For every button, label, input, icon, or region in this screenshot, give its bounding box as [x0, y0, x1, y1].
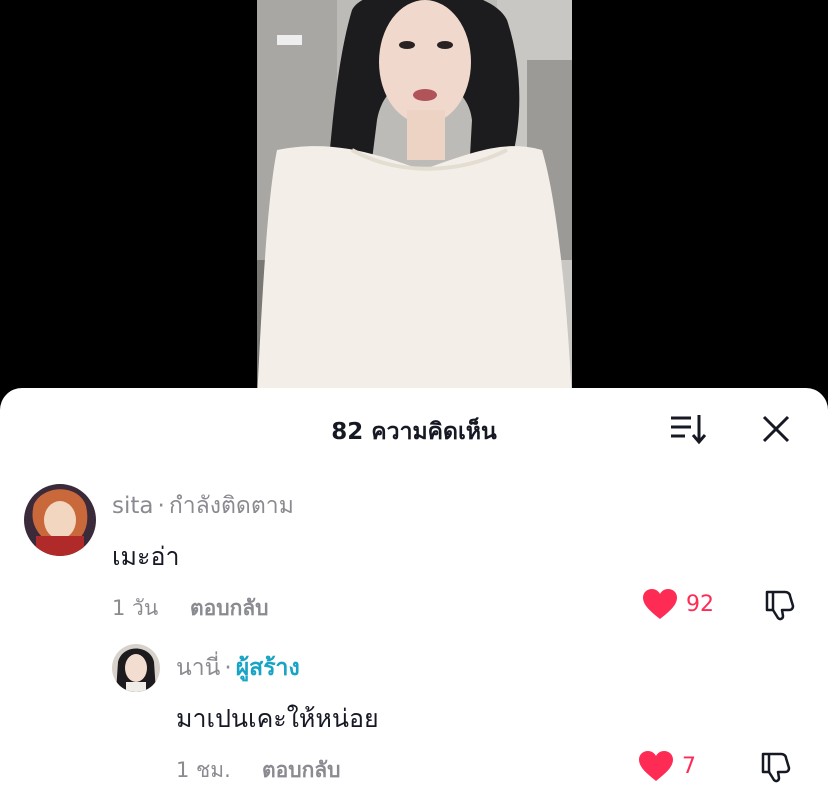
video-frame — [257, 0, 572, 400]
like-button[interactable]: 92 — [642, 588, 714, 620]
video-player[interactable] — [0, 0, 828, 400]
video-still-image — [257, 0, 572, 400]
following-badge: กำลังติดตาม — [168, 493, 294, 519]
close-button[interactable] — [752, 408, 800, 450]
avatar-image — [24, 484, 96, 556]
sort-button[interactable] — [664, 410, 712, 448]
comment-username[interactable]: นานี่ · ผู้สร้าง — [176, 650, 300, 686]
sort-icon — [671, 415, 707, 445]
close-icon — [762, 415, 790, 443]
like-count: 7 — [682, 753, 696, 779]
comment-time: 1 วัน — [112, 596, 159, 620]
heart-icon — [639, 751, 673, 781]
heart-icon — [643, 589, 677, 619]
reply-button[interactable]: ตอบกลับ — [262, 754, 341, 787]
reply-button[interactable]: ตอบกลับ — [190, 592, 269, 625]
comment-text: เมะอ่า — [112, 542, 180, 571]
like-count: 92 — [686, 591, 714, 617]
comment-time: 1 ชม. — [176, 758, 231, 782]
comments-sheet: 82 ความคิดเห็น sita · กำลังติดตาม เมะอ่า 1… — [0, 388, 828, 804]
dislike-button[interactable] — [760, 585, 800, 625]
comment-username[interactable]: sita · กำลังติดตาม — [112, 488, 294, 524]
creator-badge: ผู้สร้าง — [235, 655, 300, 681]
thumbs-down-icon — [765, 590, 795, 621]
avatar-image — [112, 644, 160, 692]
username-text: sita — [112, 493, 154, 519]
comment-text: มาเปนเคะให้หน่อย — [176, 704, 379, 733]
username-text: นานี่ — [176, 655, 221, 681]
avatar[interactable] — [112, 644, 160, 692]
like-button[interactable]: 7 — [638, 750, 696, 782]
dislike-button[interactable] — [756, 747, 796, 787]
thumbs-down-icon — [761, 752, 791, 783]
avatar[interactable] — [24, 484, 96, 556]
